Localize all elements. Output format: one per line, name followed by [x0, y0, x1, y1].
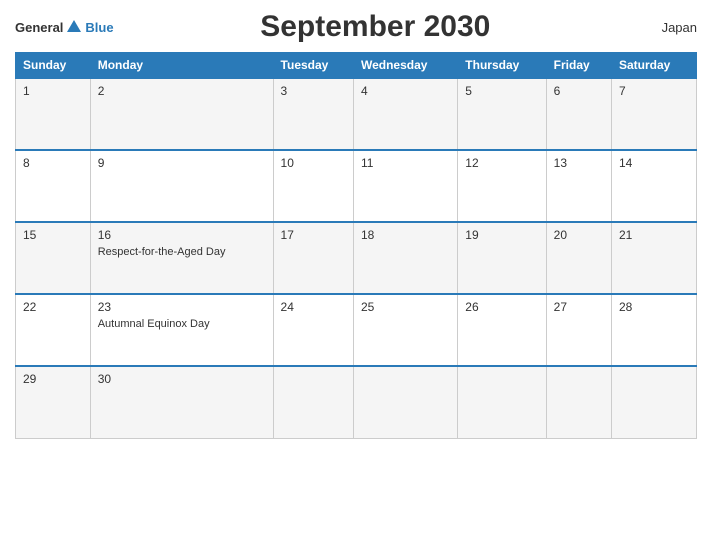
calendar-cell	[458, 366, 546, 438]
calendar-cell: 1	[16, 78, 91, 150]
calendar-cell: 6	[546, 78, 611, 150]
day-number: 21	[619, 228, 689, 242]
calendar-week-row: 15 16 Respect-for-the-Aged Day 17 18 19 20 21	[16, 222, 697, 294]
day-number: 27	[554, 300, 604, 314]
calendar-cell: 4	[353, 78, 457, 150]
day-number: 3	[281, 84, 346, 98]
calendar-cell: 5	[458, 78, 546, 150]
calendar-cell: 15	[16, 222, 91, 294]
calendar-cell: 24	[273, 294, 353, 366]
calendar-week-row: 29 30	[16, 366, 697, 438]
day-number: 20	[554, 228, 604, 242]
day-number: 4	[361, 84, 450, 98]
day-number: 15	[23, 228, 83, 242]
event-text: Respect-for-the-Aged Day	[98, 245, 266, 259]
day-number: 7	[619, 84, 689, 98]
calendar-table: SundayMondayTuesdayWednesdayThursdayFrid…	[15, 52, 697, 439]
calendar-cell: 14	[611, 150, 696, 222]
day-number: 25	[361, 300, 450, 314]
logo: General Blue	[15, 18, 114, 36]
weekday-header-monday: Monday	[90, 53, 273, 79]
calendar-cell: 25	[353, 294, 457, 366]
weekday-header-thursday: Thursday	[458, 53, 546, 79]
weekday-header-sunday: Sunday	[16, 53, 91, 79]
calendar-week-row: 1 2 3 4 5 6 7	[16, 78, 697, 150]
day-number: 19	[465, 228, 538, 242]
day-number: 16	[98, 228, 266, 242]
calendar-cell: 21	[611, 222, 696, 294]
calendar-cell: 23 Autumnal Equinox Day	[90, 294, 273, 366]
day-number: 26	[465, 300, 538, 314]
day-number: 6	[554, 84, 604, 98]
day-number: 8	[23, 156, 83, 170]
weekday-header-row: SundayMondayTuesdayWednesdayThursdayFrid…	[16, 53, 697, 79]
calendar-cell: 13	[546, 150, 611, 222]
calendar-cell: 20	[546, 222, 611, 294]
day-number: 14	[619, 156, 689, 170]
day-number: 1	[23, 84, 83, 98]
calendar-cell: 12	[458, 150, 546, 222]
calendar-cell: 16 Respect-for-the-Aged Day	[90, 222, 273, 294]
weekday-header-friday: Friday	[546, 53, 611, 79]
calendar-cell: 28	[611, 294, 696, 366]
calendar-cell: 26	[458, 294, 546, 366]
calendar-cell	[611, 366, 696, 438]
calendar-cell: 7	[611, 78, 696, 150]
calendar-cell: 11	[353, 150, 457, 222]
day-number: 13	[554, 156, 604, 170]
day-number: 17	[281, 228, 346, 242]
event-text: Autumnal Equinox Day	[98, 317, 266, 331]
logo-text-general: General	[15, 20, 63, 35]
calendar-cell	[546, 366, 611, 438]
calendar-title: September 2030	[114, 10, 637, 44]
calendar-cell: 22	[16, 294, 91, 366]
calendar-cell: 3	[273, 78, 353, 150]
calendar-cell: 29	[16, 366, 91, 438]
day-number: 10	[281, 156, 346, 170]
page-header: General Blue September 2030 Japan	[15, 10, 697, 44]
country-label: Japan	[637, 20, 697, 35]
day-number: 22	[23, 300, 83, 314]
calendar-cell: 19	[458, 222, 546, 294]
weekday-header-saturday: Saturday	[611, 53, 696, 79]
day-number: 29	[23, 372, 83, 386]
day-number: 23	[98, 300, 266, 314]
day-number: 2	[98, 84, 266, 98]
weekday-header-wednesday: Wednesday	[353, 53, 457, 79]
calendar-cell: 8	[16, 150, 91, 222]
calendar-cell: 10	[273, 150, 353, 222]
day-number: 18	[361, 228, 450, 242]
calendar-week-row: 22 23 Autumnal Equinox Day 24 25 26 27 28	[16, 294, 697, 366]
day-number: 5	[465, 84, 538, 98]
calendar-cell	[273, 366, 353, 438]
calendar-cell	[353, 366, 457, 438]
calendar-cell: 18	[353, 222, 457, 294]
calendar-cell: 27	[546, 294, 611, 366]
calendar-cell: 30	[90, 366, 273, 438]
day-number: 11	[361, 156, 450, 170]
logo-text-blue: Blue	[85, 20, 113, 35]
day-number: 12	[465, 156, 538, 170]
day-number: 24	[281, 300, 346, 314]
day-number: 9	[98, 156, 266, 170]
calendar-week-row: 8 9 10 11 12 13 14	[16, 150, 697, 222]
day-number: 28	[619, 300, 689, 314]
day-number: 30	[98, 372, 266, 386]
calendar-cell: 9	[90, 150, 273, 222]
calendar-cell: 2	[90, 78, 273, 150]
logo-icon	[65, 18, 83, 36]
calendar-cell: 17	[273, 222, 353, 294]
weekday-header-tuesday: Tuesday	[273, 53, 353, 79]
